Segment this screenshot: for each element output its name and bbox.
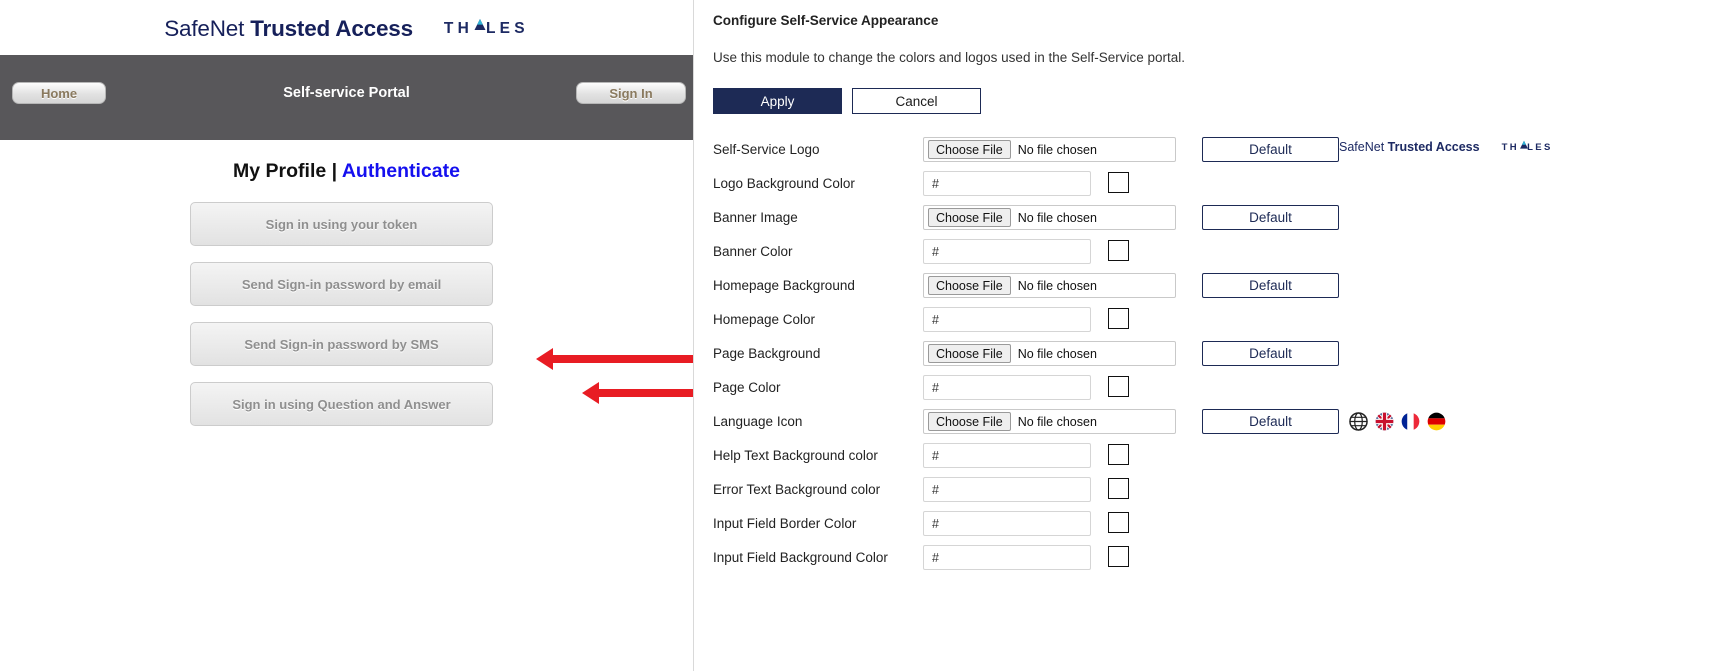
auth-option-question-button[interactable]: Sign in using Question and Answer (190, 382, 493, 426)
my-profile-link[interactable]: My Profile (233, 160, 326, 182)
authenticate-link[interactable]: Authenticate (342, 160, 460, 182)
file-name-banner-image: No file chosen (1018, 211, 1097, 225)
heading-separator: | (332, 160, 337, 182)
setting-row-banner-image: Banner Image Choose File No file chosen Def… (694, 205, 1719, 239)
setting-row-page-color: Page Color # (694, 375, 1719, 409)
choose-file-button-banner-image[interactable]: Choose File (928, 208, 1011, 227)
flag-germany-icon (1427, 412, 1446, 431)
color-swatch-homepage-color[interactable] (1108, 308, 1129, 329)
portal-signin-button[interactable]: Sign In (576, 82, 686, 104)
color-swatch-input-field-background-color[interactable] (1108, 546, 1129, 567)
choose-file-button-page-background[interactable]: Choose File (928, 344, 1011, 363)
setting-label-error-text-background-color: Error Text Background color (713, 482, 880, 497)
panel-description: Use this module to change the colors and… (713, 50, 1185, 65)
setting-label-page-background: Page Background (713, 346, 820, 361)
setting-label-input-field-border-color: Input Field Border Color (713, 516, 856, 531)
setting-label-banner-color: Banner Color (713, 244, 793, 259)
color-input-input-field-background-color[interactable]: # (923, 545, 1091, 570)
safenet-bold-text: Trusted Access (250, 16, 413, 41)
default-button-self-service-logo[interactable]: Default (1202, 137, 1339, 162)
color-input-input-field-border-color[interactable]: # (923, 511, 1091, 536)
file-name-homepage-background: No file chosen (1018, 279, 1097, 293)
setting-label-logo-background-color: Logo Background Color (713, 176, 855, 191)
default-button-language-icon[interactable]: Default (1202, 409, 1339, 434)
default-button-page-background[interactable]: Default (1202, 341, 1339, 366)
file-name-language-icon: No file chosen (1018, 415, 1097, 429)
setting-row-input-field-background-color: Input Field Background Color # (694, 545, 1719, 579)
screenshot-root: SafeNet Trusted Access THLES Home Self-s… (0, 0, 1719, 671)
flag-uk-icon (1375, 412, 1394, 431)
setting-label-self-service-logo: Self-Service Logo (713, 142, 820, 157)
color-input-logo-background-color[interactable]: # (923, 171, 1091, 196)
setting-label-language-icon: Language Icon (713, 414, 802, 429)
annotation-arrow-page-background (552, 355, 707, 363)
auth-option-sms-button[interactable]: Send Sign-in password by SMS (190, 322, 493, 366)
self-service-logo-preview: SafeNet Trusted Access TH LES (1339, 140, 1553, 154)
setting-label-page-color: Page Color (713, 380, 781, 395)
self-service-portal-preview: SafeNet Trusted Access THLES Home Self-s… (0, 0, 693, 671)
default-button-banner-image[interactable]: Default (1202, 205, 1339, 230)
thales-post-text: LES (486, 20, 529, 38)
file-input-banner-image[interactable]: Choose File No file chosen (923, 205, 1176, 230)
color-swatch-error-text-background-color[interactable] (1108, 478, 1129, 499)
thales-logo: TH LES (444, 20, 529, 38)
default-button-homepage-background[interactable]: Default (1202, 273, 1339, 298)
setting-label-banner-image: Banner Image (713, 210, 798, 225)
file-input-self-service-logo[interactable]: Choose File No file chosen (923, 137, 1176, 162)
choose-file-button-homepage-background[interactable]: Choose File (928, 276, 1011, 295)
configure-appearance-panel: Configure Self-Service Appearance Use th… (693, 0, 1719, 671)
file-name-page-background: No file chosen (1018, 347, 1097, 361)
color-swatch-input-field-border-color[interactable] (1108, 512, 1129, 533)
color-input-help-text-background-color[interactable]: # (923, 443, 1091, 468)
safenet-wordmark: SafeNet Trusted Access (164, 16, 413, 42)
appearance-settings-list: Self-Service Logo Choose File No file chos… (694, 137, 1719, 579)
setting-row-page-background: Page Background Choose File No file chosen… (694, 341, 1719, 375)
setting-row-logo-background-color: Logo Background Color # (694, 171, 1719, 205)
portal-logo-bar: SafeNet Trusted Access TH LES (0, 2, 693, 55)
setting-row-banner-color: Banner Color # (694, 239, 1719, 273)
setting-row-homepage-color: Homepage Color # (694, 307, 1719, 341)
choose-file-button-self-service-logo[interactable]: Choose File (928, 140, 1011, 159)
apply-button[interactable]: Apply (713, 88, 842, 114)
auth-option-token-button[interactable]: Sign in using your token (190, 202, 493, 246)
file-input-page-background[interactable]: Choose File No file chosen (923, 341, 1176, 366)
color-swatch-page-color[interactable] (1108, 376, 1129, 397)
setting-row-language-icon: Language Icon Choose File No file chosen De… (694, 409, 1719, 443)
file-input-homepage-background[interactable]: Choose File No file chosen (923, 273, 1176, 298)
thales-post-text: LES (1527, 142, 1553, 153)
color-swatch-help-text-background-color[interactable] (1108, 444, 1129, 465)
setting-row-homepage-background: Homepage Background Choose File No file ch… (694, 273, 1719, 307)
globe-icon (1349, 412, 1368, 431)
setting-row-self-service-logo: Self-Service Logo Choose File No file chos… (694, 137, 1719, 171)
setting-row-help-text-background-color: Help Text Background color # (694, 443, 1719, 477)
thales-logo: TH LES (1502, 142, 1553, 153)
setting-label-homepage-color: Homepage Color (713, 312, 815, 327)
file-name-self-service-logo: No file chosen (1018, 143, 1097, 157)
cancel-button[interactable]: Cancel (852, 88, 981, 114)
choose-file-button-language-icon[interactable]: Choose File (928, 412, 1011, 431)
color-swatch-logo-background-color[interactable] (1108, 172, 1129, 193)
color-swatch-banner-color[interactable] (1108, 240, 1129, 261)
safenet-light-text: SafeNet (164, 16, 244, 41)
annotation-arrow-page-color (598, 389, 706, 397)
color-input-banner-color[interactable]: # (923, 239, 1091, 264)
language-icon-preview (1349, 412, 1446, 431)
color-input-error-text-background-color[interactable]: # (923, 477, 1091, 502)
setting-row-input-field-border-color: Input Field Border Color # (694, 511, 1719, 545)
file-input-language-icon[interactable]: Choose File No file chosen (923, 409, 1176, 434)
setting-label-input-field-background-color: Input Field Background Color (713, 550, 888, 565)
portal-profile-heading: My Profile | Authenticate (0, 160, 693, 183)
setting-row-error-text-background-color: Error Text Background color # (694, 477, 1719, 511)
color-input-page-color[interactable]: # (923, 375, 1091, 400)
flag-france-icon (1401, 412, 1420, 431)
setting-label-help-text-background-color: Help Text Background color (713, 448, 878, 463)
color-input-homepage-color[interactable]: # (923, 307, 1091, 332)
panel-title: Configure Self-Service Appearance (713, 13, 938, 28)
thales-pre-text: TH (444, 20, 473, 38)
thales-pre-text: TH (1502, 142, 1519, 153)
portal-brand: SafeNet Trusted Access TH LES (164, 16, 528, 42)
safenet-wordmark-preview: SafeNet Trusted Access (1339, 140, 1480, 154)
setting-label-homepage-background: Homepage Background (713, 278, 855, 293)
auth-option-email-button[interactable]: Send Sign-in password by email (190, 262, 493, 306)
